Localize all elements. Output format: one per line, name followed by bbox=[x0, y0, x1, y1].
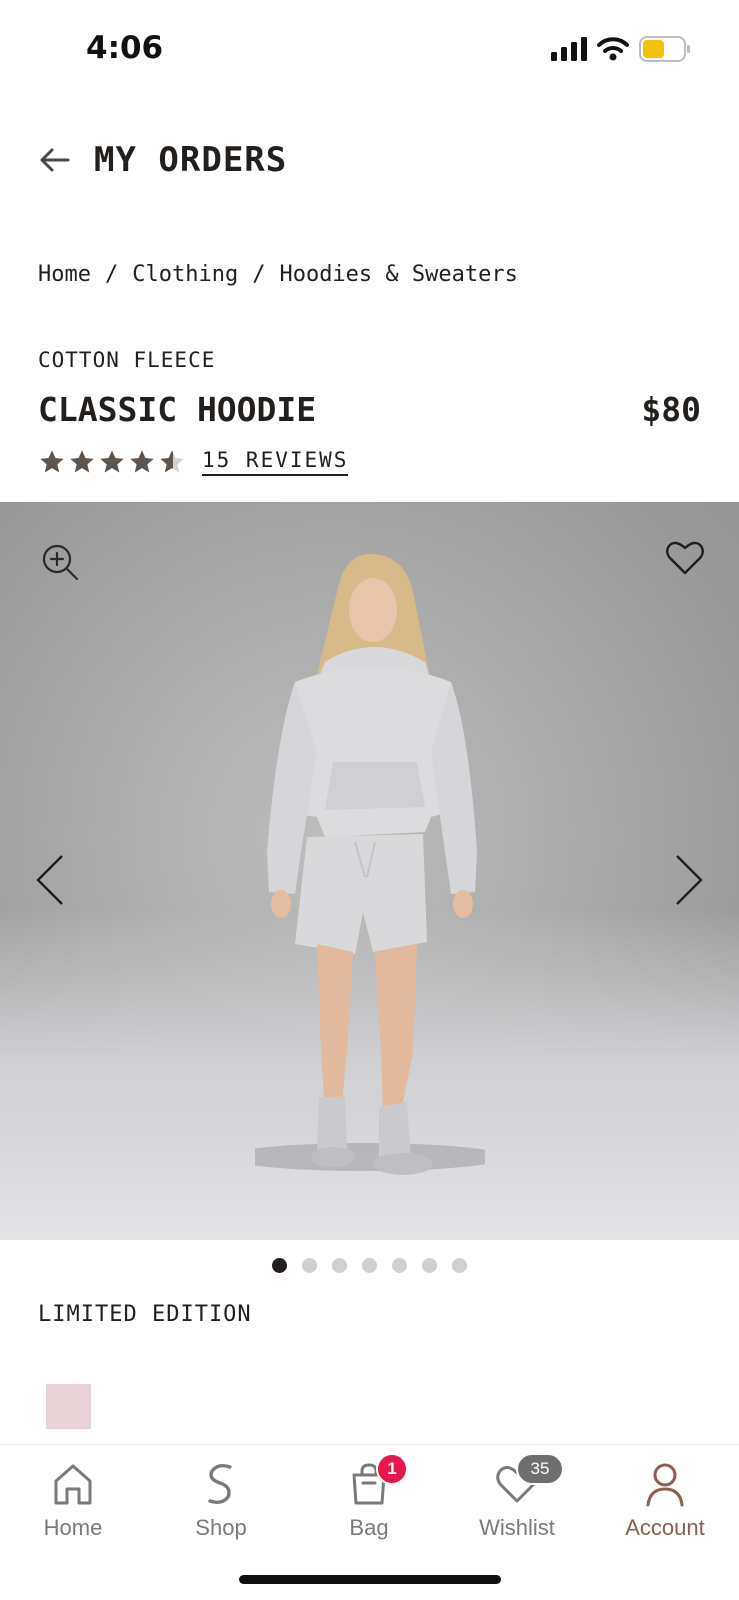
star-icon bbox=[40, 450, 64, 473]
tab-account-label: Account bbox=[625, 1515, 705, 1540]
page-title: MY ORDERS bbox=[94, 140, 288, 180]
page-header: MY ORDERS bbox=[38, 130, 701, 190]
breadcrumb: Home / Clothing / Hoodies & Sweaters bbox=[38, 262, 518, 287]
tab-shop-label: Shop bbox=[195, 1515, 247, 1540]
back-arrow-icon[interactable] bbox=[38, 145, 72, 175]
pagination-dot[interactable] bbox=[272, 1258, 287, 1273]
bag-count-badge: 1 bbox=[376, 1453, 408, 1485]
star-icon bbox=[130, 450, 154, 473]
home-icon bbox=[54, 1464, 92, 1505]
breadcrumb-clothing[interactable]: Clothing bbox=[132, 262, 238, 287]
breadcrumb-home[interactable]: Home bbox=[38, 262, 91, 287]
tab-home[interactable]: Home bbox=[8, 1459, 138, 1541]
half-star-icon bbox=[160, 450, 184, 473]
status-time: 4:06 bbox=[86, 30, 164, 66]
product-image-gallery[interactable] bbox=[0, 502, 739, 1240]
gallery-pagination bbox=[0, 1258, 739, 1273]
bottom-tab-bar: Home Shop 1 Bag 35 Wishlist Account bbox=[0, 1444, 739, 1600]
pagination-dot[interactable] bbox=[422, 1258, 437, 1273]
wishlist-icon-wrapper: 35 bbox=[492, 1453, 564, 1509]
wifi-icon bbox=[597, 37, 629, 61]
tab-bag-label: Bag bbox=[349, 1515, 389, 1540]
product-collection: COTTON FLEECE bbox=[38, 348, 216, 372]
tab-home-label: Home bbox=[43, 1515, 103, 1540]
bag-icon-wrapper: 1 bbox=[344, 1453, 408, 1509]
pagination-dot[interactable] bbox=[392, 1258, 407, 1273]
product-price: $80 bbox=[641, 390, 701, 429]
edition-label: LIMITED EDITION bbox=[38, 1302, 252, 1327]
pagination-dot[interactable] bbox=[362, 1258, 377, 1273]
shop-logo-icon bbox=[208, 1463, 232, 1505]
battery-icon bbox=[639, 36, 690, 62]
product-rating: 15 REVIEWS bbox=[38, 448, 349, 476]
star-rating bbox=[38, 448, 186, 476]
pagination-dot[interactable] bbox=[332, 1258, 347, 1273]
breadcrumb-separator: / bbox=[104, 262, 119, 287]
tab-wishlist-label: Wishlist bbox=[479, 1515, 555, 1540]
reviews-link[interactable]: 15 REVIEWS bbox=[202, 448, 349, 476]
pagination-dot[interactable] bbox=[302, 1258, 317, 1273]
tab-wishlist[interactable]: 35 Wishlist bbox=[452, 1453, 582, 1541]
heart-icon[interactable] bbox=[665, 538, 705, 578]
star-icon bbox=[70, 450, 94, 473]
signal-icon bbox=[551, 37, 587, 61]
status-bar: 4:06 bbox=[0, 0, 739, 100]
product-photo bbox=[255, 553, 485, 1175]
breadcrumb-hoodies[interactable]: Hoodies & Sweaters bbox=[279, 262, 517, 287]
chevron-right-icon[interactable] bbox=[673, 854, 705, 906]
star-icon bbox=[100, 450, 124, 473]
tab-account[interactable]: Account bbox=[600, 1459, 730, 1541]
zoom-icon[interactable] bbox=[40, 542, 80, 582]
tab-shop[interactable]: Shop bbox=[156, 1459, 286, 1541]
account-icon bbox=[646, 1463, 684, 1507]
color-swatch[interactable] bbox=[46, 1384, 91, 1429]
home-indicator bbox=[239, 1575, 501, 1584]
wishlist-count-badge: 35 bbox=[516, 1453, 564, 1485]
tab-bag[interactable]: 1 Bag bbox=[304, 1453, 434, 1541]
product-name: CLASSIC HOODIE bbox=[38, 390, 317, 429]
status-icons bbox=[551, 36, 691, 62]
pagination-dot[interactable] bbox=[452, 1258, 467, 1273]
breadcrumb-separator: / bbox=[252, 262, 266, 287]
chevron-left-icon[interactable] bbox=[34, 854, 66, 906]
